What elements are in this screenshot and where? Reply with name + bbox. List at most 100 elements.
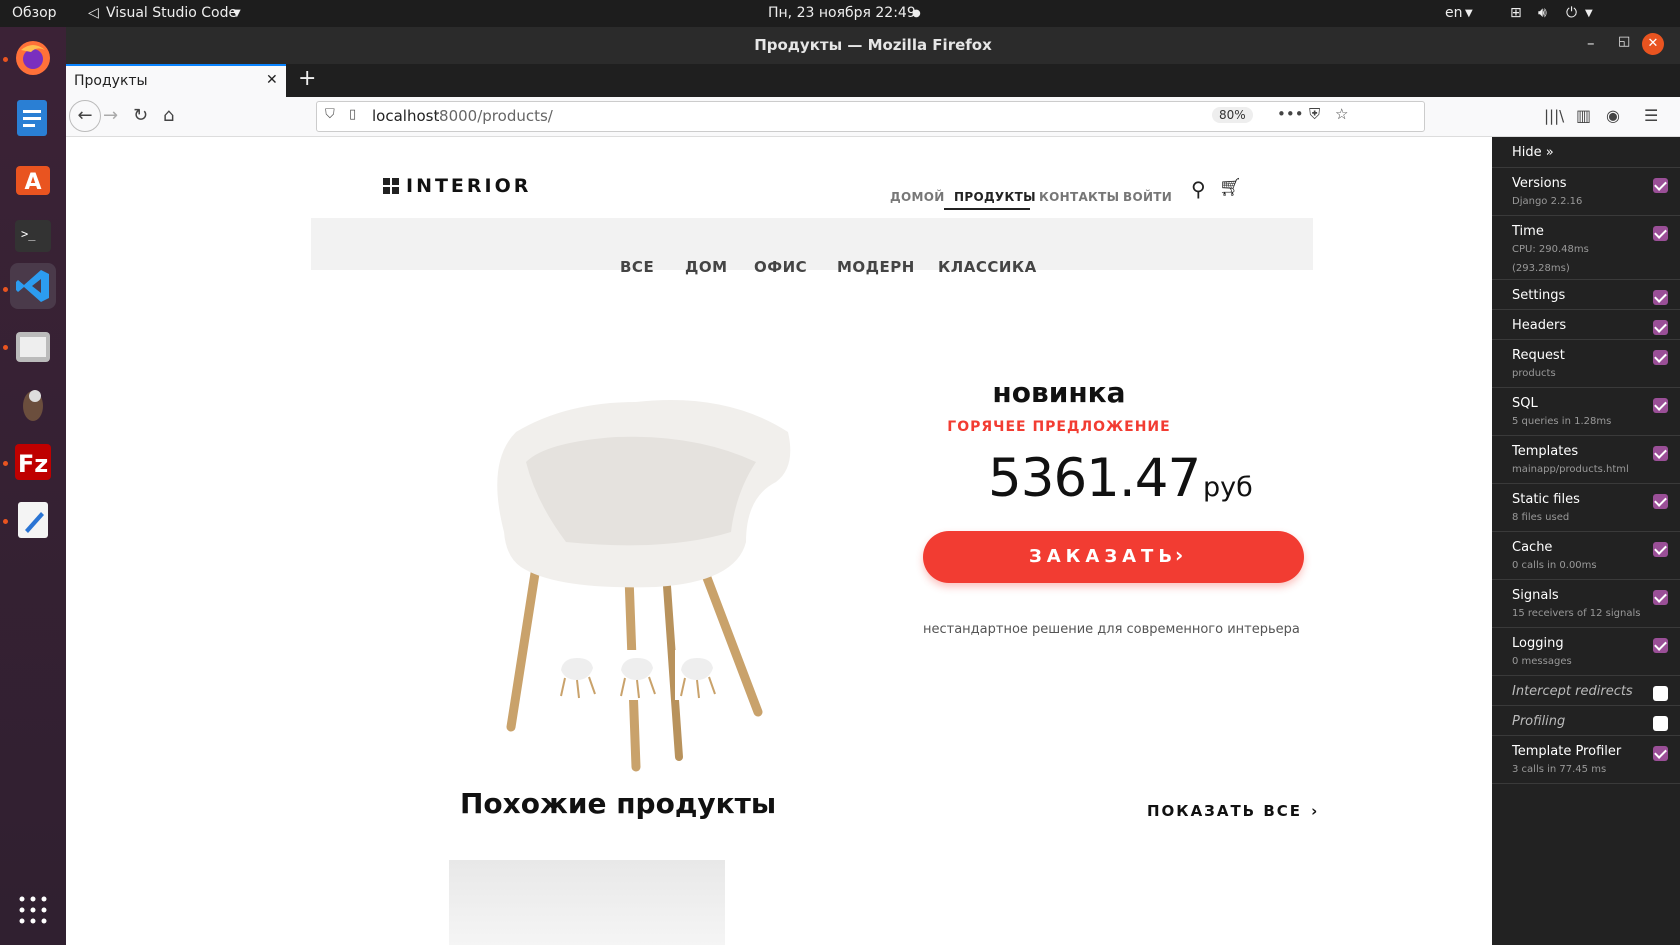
software-center-icon[interactable]: A [10,155,56,201]
product-description: нестандартное решение для современного и… [923,622,1300,637]
toolbar-panel-sql[interactable]: SQL 5 queries in 1.28ms [1492,388,1680,436]
related-product-image[interactable] [449,860,725,945]
toolbar-panel-signals[interactable]: Signals 15 receivers of 12 signals [1492,580,1680,628]
category-modern[interactable]: МОДЕРН [837,258,915,276]
panel-checkbox[interactable] [1653,494,1668,509]
search-icon[interactable]: ⚲ [1191,177,1206,201]
panel-checkbox[interactable] [1653,178,1668,193]
category-classic[interactable]: КЛАССИКА [938,258,1037,276]
toolbar-panel-static-files[interactable]: Static files 8 files used [1492,484,1680,532]
firefox-icon[interactable] [10,35,56,81]
library-icon[interactable]: |||\ [1544,105,1564,127]
nav-login[interactable]: ВОЙТИ [1123,190,1172,204]
category-office[interactable]: ОФИС [754,258,807,276]
forward-icon[interactable]: → [103,105,118,127]
volume-icon[interactable]: 🔊︎ [1538,5,1547,21]
pocket-icon[interactable]: ⛨ [1309,105,1320,123]
panel-name: Templates [1512,444,1579,459]
svg-text:>_: >_ [21,227,36,241]
panel-checkbox[interactable] [1653,350,1668,365]
panel-checkbox[interactable] [1653,590,1668,605]
panel-checkbox[interactable] [1653,542,1668,557]
panel-checkbox[interactable] [1653,398,1668,413]
toolbar-panel-versions[interactable]: Versions Django 2.2.16 [1492,168,1680,216]
show-apps-icon[interactable] [10,887,56,933]
panel-name: SQL [1512,396,1538,411]
maximize-icon[interactable]: ◱ [1618,34,1630,49]
toolbar-panel-time[interactable]: Time CPU: 290.48ms (293.28ms) [1492,216,1680,280]
panel-checkbox[interactable] [1653,320,1668,335]
page-info-icon[interactable]: ▯ [349,107,356,122]
panel-subtitle: Django 2.2.16 [1512,196,1583,207]
panel-checkbox[interactable] [1653,290,1668,305]
toolbar-panel-request[interactable]: Request products [1492,340,1680,388]
hide-toolbar-label: Hide » [1512,145,1554,160]
new-tab-icon[interactable]: + [298,66,316,91]
zoom-indicator[interactable]: 80% [1212,107,1253,123]
logo-text: INTERIOR [406,175,532,197]
toolbar-panel-cache[interactable]: Cache 0 calls in 0.00ms [1492,532,1680,580]
nav-contacts[interactable]: КОНТАКТЫ [1039,190,1119,204]
power-icon[interactable]: ⏻ [1566,5,1577,21]
show-all-link[interactable]: ПОКАЗАТЬ ВСЕ › [1147,801,1317,820]
toolbar-panel-logging[interactable]: Logging 0 messages [1492,628,1680,676]
url-bar[interactable]: ⛉ ▯ localhost :8000/products/ 80% ••• ⛨ … [316,101,1425,132]
chevron-down-icon: ▼ [1585,8,1593,19]
more-icon[interactable]: ••• [1277,105,1304,123]
shield-icon[interactable]: ⛉ [325,107,335,122]
terminal-icon[interactable]: >_ [10,213,56,259]
writer-icon[interactable] [10,95,56,141]
bookmark-star-icon[interactable]: ☆ [1335,105,1348,123]
nav-home[interactable]: ДОМОЙ [890,190,945,204]
home-icon[interactable]: ⌂ [163,105,174,127]
language-indicator[interactable]: en [1445,5,1463,21]
panel-name: Profiling [1512,714,1566,729]
nav-products[interactable]: ПРОДУКТЫ [954,190,1036,204]
panel-checkbox[interactable] [1653,746,1668,761]
panel-checkbox[interactable] [1653,226,1668,241]
close-tab-icon[interactable]: ✕ [266,72,278,88]
sidebar-icon[interactable]: ▥ [1576,105,1591,127]
panel-name: Versions [1512,176,1567,191]
menu-icon[interactable]: ☰ [1644,105,1658,127]
account-icon[interactable]: ◉ [1606,105,1620,127]
svg-text:A: A [24,170,41,195]
order-button[interactable]: ЗАКАЗАТЬ › [923,531,1304,583]
back-icon[interactable]: ← [69,100,101,132]
debug-toolbar: Hide » Versions Django 2.2.16 Time CPU: 290… [1492,137,1680,945]
window-title: Продукты — Mozilla Firefox [754,36,992,54]
close-icon[interactable]: ✕ [1642,33,1664,55]
text-editor-icon[interactable] [10,497,56,543]
dbeaver-icon[interactable] [10,381,56,427]
category-home[interactable]: ДОМ [685,258,728,276]
panel-checkbox[interactable] [1653,638,1668,653]
category-all[interactable]: ВСЕ [620,258,654,276]
toolbar-panel-settings[interactable]: Settings [1492,280,1680,310]
toolbar-panel-profiling[interactable]: Profiling [1492,706,1680,736]
minimize-icon[interactable]: – [1587,34,1595,52]
network-icon[interactable]: ⊞ [1510,5,1522,21]
system-top-bar: Обзор ◁ Visual Studio Code ▼ Пн, 23 нояб… [0,0,1680,27]
filezilla-icon[interactable]: Fz [10,439,56,485]
hide-toolbar-link[interactable]: Hide » [1492,137,1680,168]
panel-subtitle: 8 files used [1512,512,1570,523]
cart-icon[interactable]: 🛒︎ [1219,177,1242,198]
app-menu[interactable]: Visual Studio Code [106,5,237,21]
files-icon[interactable] [10,323,56,369]
clock[interactable]: Пн, 23 ноября 22:49 [768,5,916,21]
thumbnail-1[interactable] [555,650,599,700]
panel-checkbox[interactable] [1653,686,1668,701]
thumbnail-3[interactable] [675,650,719,700]
toolbar-panel-template-profiler[interactable]: Template Profiler 3 calls in 77.45 ms [1492,736,1680,784]
thumbnail-2[interactable] [615,650,659,700]
panel-subtitle: products [1512,368,1556,379]
toolbar-panel-headers[interactable]: Headers [1492,310,1680,340]
activities-button[interactable]: Обзор [12,5,57,21]
panel-checkbox[interactable] [1653,716,1668,731]
panel-checkbox[interactable] [1653,446,1668,461]
vscode-icon[interactable] [10,263,56,309]
toolbar-panel-intercept-redirects[interactable]: Intercept redirects [1492,676,1680,706]
tab-products[interactable]: Продукты ✕ [66,64,286,97]
reload-icon[interactable]: ↻ [133,105,148,127]
toolbar-panel-templates[interactable]: Templates mainapp/products.html [1492,436,1680,484]
